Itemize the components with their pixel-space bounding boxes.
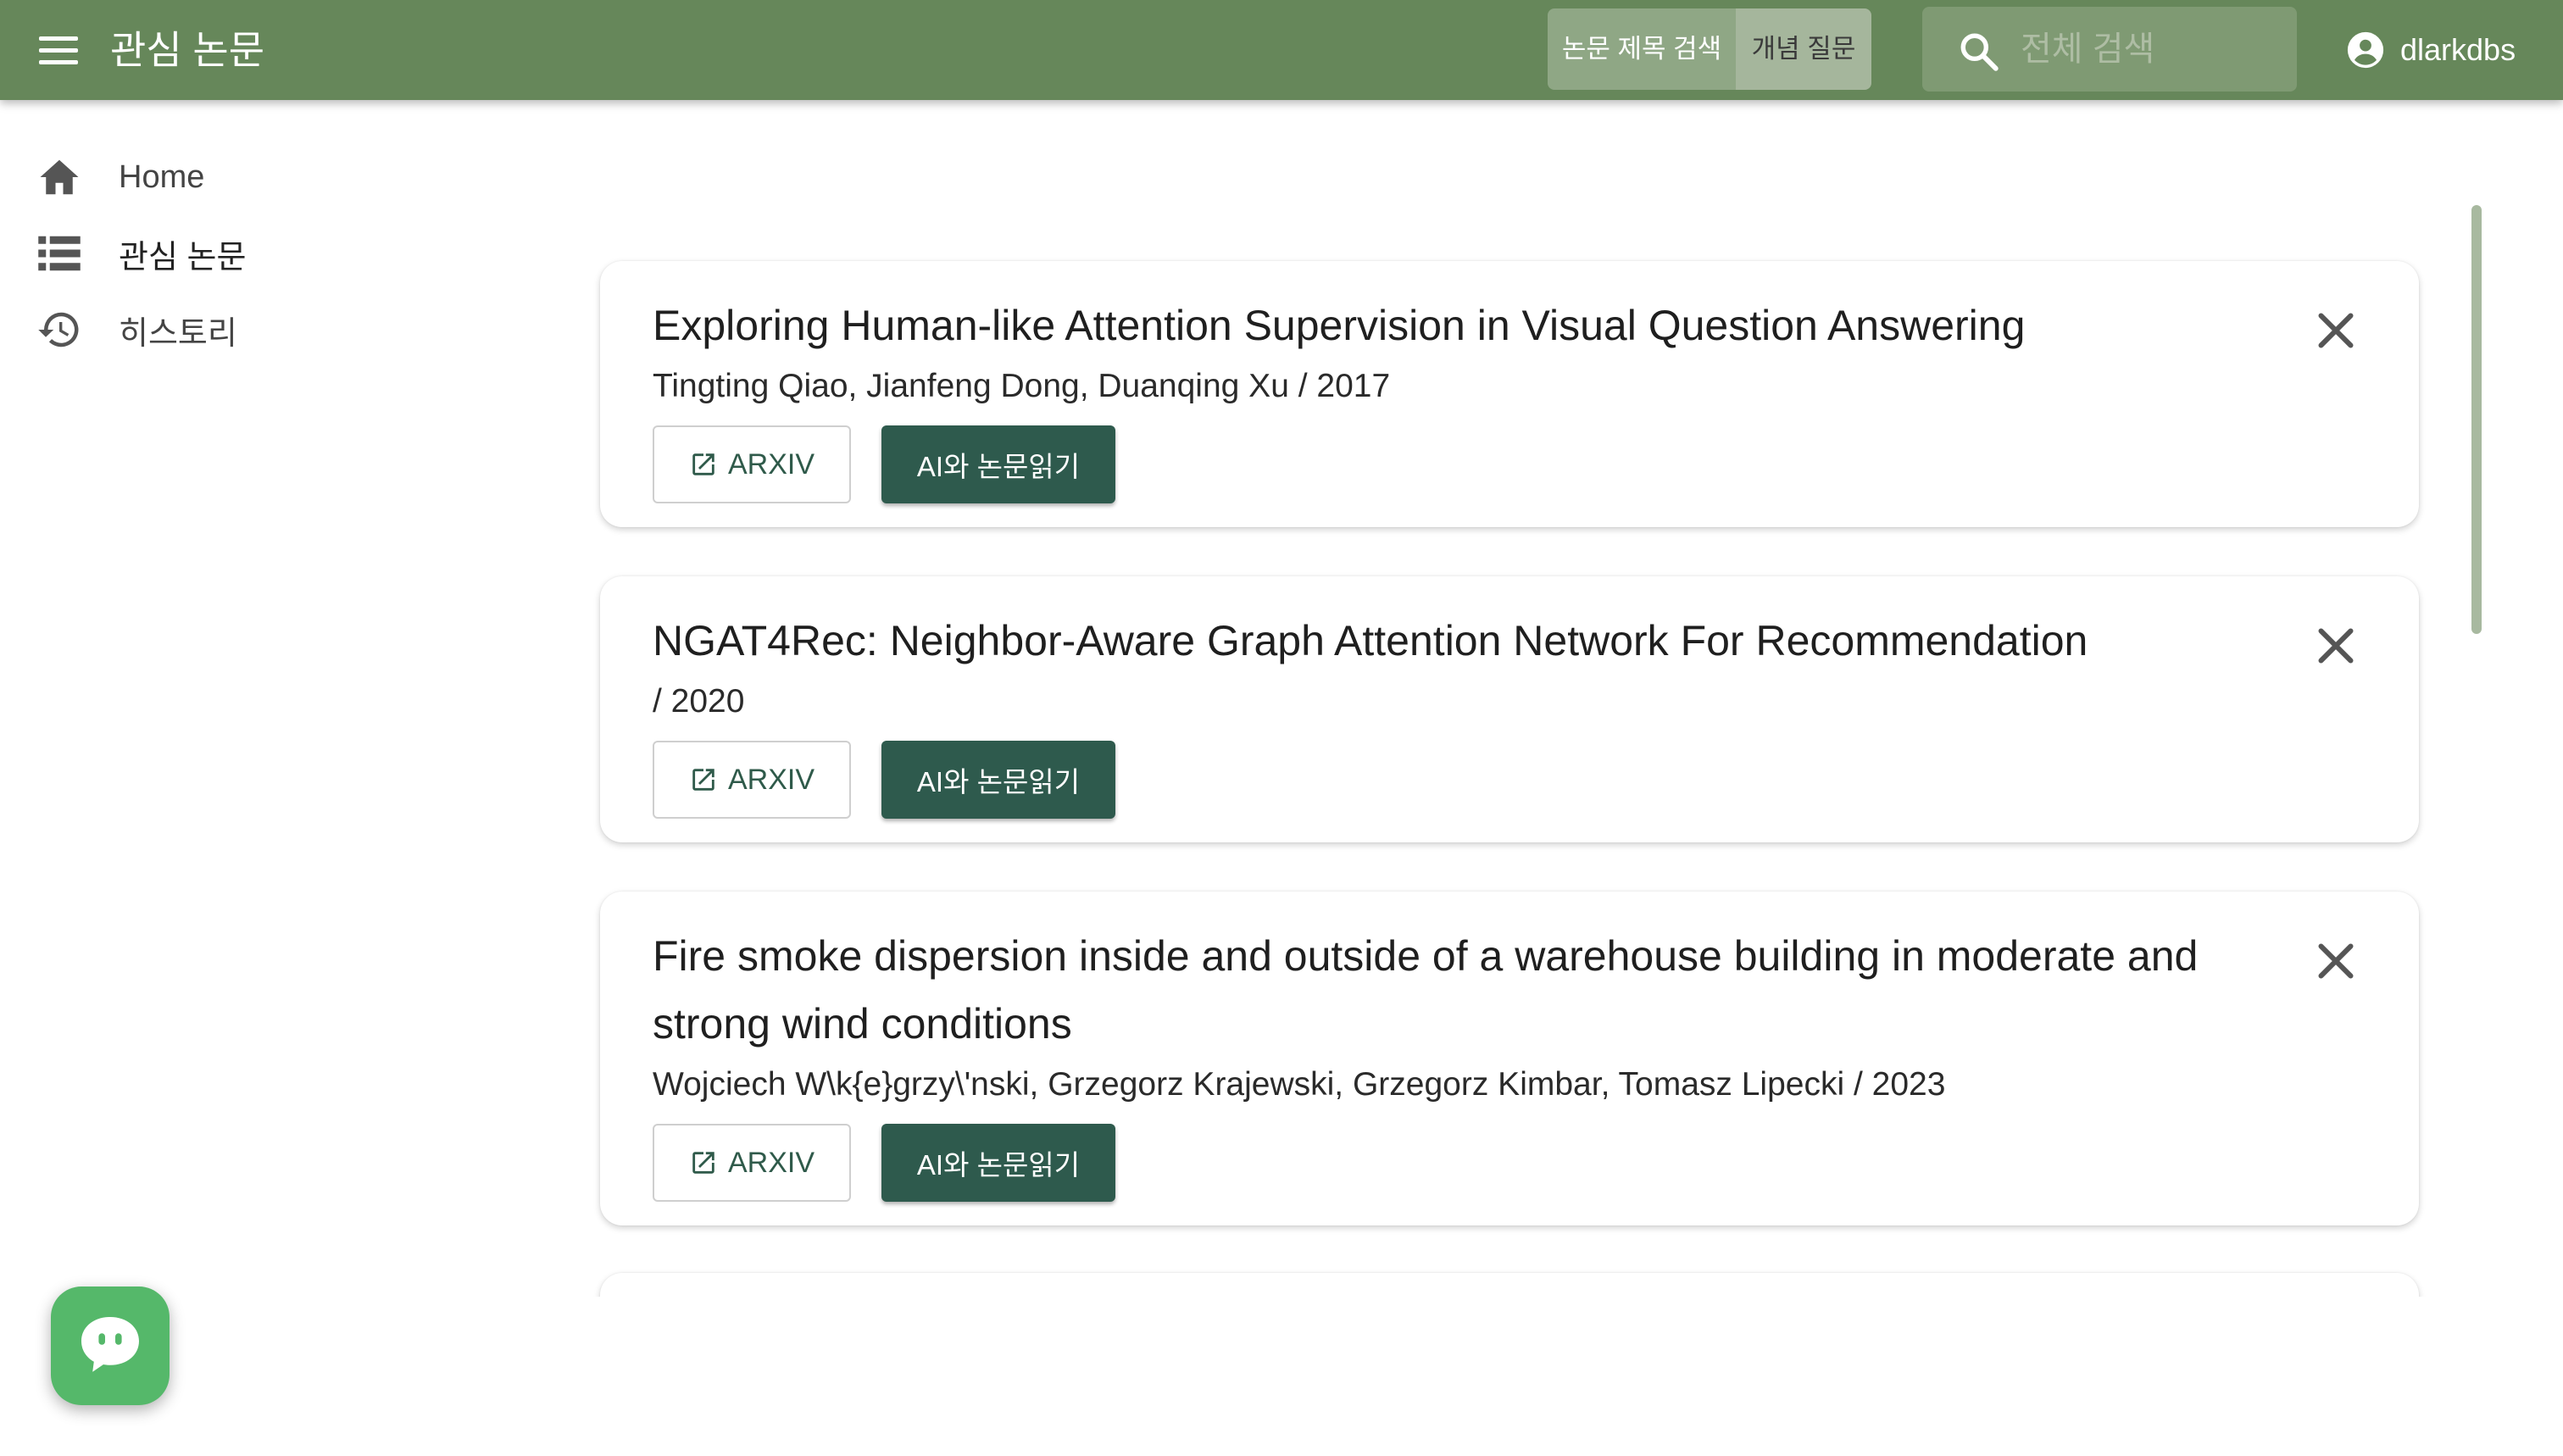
search-mode-toggle: 논문 제목 검색 개념 질문 <box>1548 8 1871 90</box>
close-icon[interactable] <box>2310 936 2361 986</box>
paper-card: Exploring Human-like Attention Supervisi… <box>600 261 2419 527</box>
open-in-new-icon <box>692 769 714 791</box>
sidebar-item-home[interactable]: Home <box>34 147 204 207</box>
concept-question-button[interactable]: 개념 질문 <box>1736 8 1871 90</box>
arxiv-button-label: ARXIV <box>727 447 815 481</box>
paper-card: NGAT4Rec: Neighbor-Aware Graph Attention… <box>600 576 2419 842</box>
search-icon <box>1960 33 1999 71</box>
close-icon[interactable] <box>2310 305 2361 356</box>
sidebar-item-history[interactable]: 히스토리 <box>34 300 237 359</box>
user-menu[interactable]: dlarkdbs <box>2346 20 2516 80</box>
paper-card <box>600 1273 2419 1297</box>
sidebar-item-label: 히스토리 <box>119 315 237 352</box>
paper-authors-year: Wojciech W\k{e}grzy\'nski, Grzegorz Kraj… <box>653 1066 1946 1103</box>
arxiv-button-label: ARXIV <box>727 763 815 796</box>
open-in-new-icon <box>692 453 714 475</box>
paper-title: Fire smoke dispersion inside and outside… <box>653 932 2199 1048</box>
ai-read-button[interactable]: AI와 논문읽기 <box>881 741 1115 819</box>
arxiv-button[interactable]: ARXIV <box>653 741 851 819</box>
paper-authors-year: / 2020 <box>653 683 745 720</box>
arxiv-button-label: ARXIV <box>727 1146 815 1179</box>
hamburger-menu-icon[interactable] <box>31 25 86 75</box>
arxiv-button[interactable]: ARXIV <box>653 425 851 503</box>
username: dlarkdbs <box>2400 32 2516 67</box>
app-bar: 관심 논문 논문 제목 검색 개념 질문 dlarkdbs <box>0 0 2563 100</box>
sidebar-item-saved-papers[interactable]: 관심 논문 <box>34 224 246 283</box>
ai-read-button[interactable]: AI와 논문읽기 <box>881 1124 1115 1202</box>
paper-card: Fire smoke dispersion inside and outside… <box>600 892 2419 1225</box>
history-icon <box>38 312 79 347</box>
account-circle-icon <box>2347 31 2384 69</box>
close-icon[interactable] <box>2310 620 2361 671</box>
page-title: 관심 논문 <box>110 28 265 72</box>
paper-list: Exploring Human-like Attention Supervisi… <box>585 246 2432 1297</box>
paper-title-search-button[interactable]: 논문 제목 검색 <box>1548 8 1736 90</box>
sidebar-item-label: 관심 논문 <box>119 239 247 275</box>
paper-title: Exploring Human-like Attention Supervisi… <box>653 302 2026 349</box>
arxiv-button[interactable]: ARXIV <box>653 1124 851 1202</box>
paper-title: NGAT4Rec: Neighbor-Aware Graph Attention… <box>653 617 2088 664</box>
list-icon <box>38 236 81 271</box>
open-in-new-icon <box>692 1152 714 1174</box>
global-search <box>1922 7 2297 92</box>
scrollbar-thumb[interactable] <box>2471 205 2482 634</box>
chat-button[interactable] <box>51 1287 170 1405</box>
chat-bubble-icon <box>81 1317 139 1372</box>
search-input[interactable] <box>2021 24 2283 75</box>
ai-read-button[interactable]: AI와 논문읽기 <box>881 425 1115 503</box>
paper-authors-year: Tingting Qiao, Jianfeng Dong, Duanqing X… <box>653 368 1391 404</box>
sidebar-item-label: Home <box>119 158 205 195</box>
home-icon <box>40 159 79 195</box>
